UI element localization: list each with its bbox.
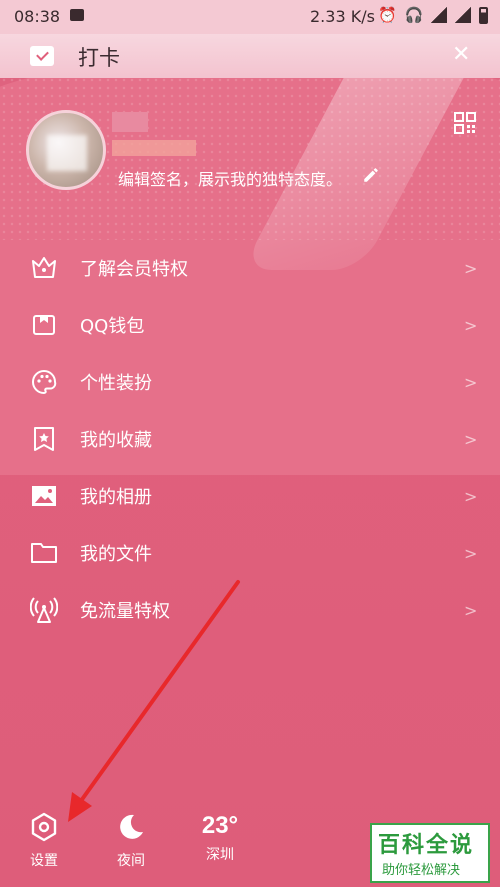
night-label: 夜间: [117, 853, 145, 869]
settings-hexagon-icon: [31, 812, 57, 842]
weather-temperature: 23°: [201, 812, 239, 839]
annotation-arrow: [68, 580, 240, 822]
watermark-title: 百科全说: [378, 833, 475, 858]
watermark-subtitle: 助你轻松解决: [382, 863, 461, 878]
weather-widget[interactable]: 23° 深圳: [190, 812, 250, 864]
settings-button[interactable]: 设置: [14, 812, 74, 870]
qq-side-drawer: 08:38 2.33 K/s ⏰ 🎧 打卡 ✕ 编辑签名，展示我的独特态度。 了…: [0, 0, 500, 887]
night-mode-button[interactable]: 夜间: [101, 812, 161, 870]
moon-icon: [120, 814, 143, 839]
settings-label: 设置: [30, 853, 58, 869]
weather-city: 深圳: [206, 847, 234, 863]
watermark-logo: 百科全说 助你轻松解决: [370, 823, 490, 883]
